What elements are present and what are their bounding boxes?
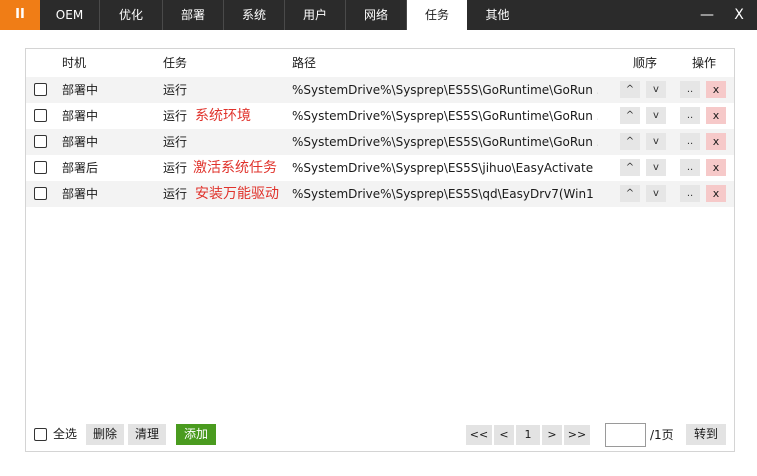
goto-page-button[interactable]: 转到	[686, 424, 726, 445]
row-path: %SystemDrive%\Sysprep\ES5S\GoRuntime\GoR…	[292, 109, 598, 123]
row-note: 激活系统任务	[193, 160, 277, 176]
page-number-input[interactable]	[605, 423, 646, 447]
row-path: %SystemDrive%\Sysprep\ES5S\jihuo\EasyAct…	[292, 161, 598, 175]
row-path: %SystemDrive%\Sysprep\ES5S\GoRuntime\GoR…	[292, 83, 598, 97]
table-row: 部署中 运行 系统环境 %SystemDrive%\Sysprep\ES5S\G…	[26, 103, 734, 129]
move-down-button[interactable]: v	[646, 81, 666, 98]
minimize-icon[interactable]: —	[691, 0, 723, 30]
row-task: 运行	[163, 135, 188, 149]
row-timing: 部署中	[62, 187, 99, 201]
row-note: 安装万能驱动	[195, 186, 279, 202]
move-up-button[interactable]: ^	[620, 185, 640, 202]
tab-tasks[interactable]: 任务	[407, 0, 467, 30]
row-timing: 部署中	[62, 135, 99, 149]
delete-row-button[interactable]: x	[706, 107, 726, 124]
tab-network[interactable]: 网络	[346, 0, 407, 30]
header-ops: 操作	[692, 56, 717, 70]
row-checkbox[interactable]	[34, 83, 47, 96]
page-total-label: /1页	[650, 428, 674, 442]
edit-button[interactable]: ..	[680, 107, 700, 124]
tab-other[interactable]: 其他	[467, 0, 528, 30]
edit-button[interactable]: ..	[680, 159, 700, 176]
move-up-button[interactable]: ^	[620, 133, 640, 150]
row-note: 系统环境	[195, 108, 251, 124]
move-down-button[interactable]: v	[646, 133, 666, 150]
header-task: 任务	[163, 56, 188, 70]
move-up-button[interactable]: ^	[620, 107, 640, 124]
row-checkbox[interactable]	[34, 187, 47, 200]
edit-button[interactable]: ..	[680, 133, 700, 150]
menu-logo-button[interactable]: II	[0, 0, 40, 30]
row-checkbox[interactable]	[34, 109, 47, 122]
current-page-button[interactable]: 1	[516, 425, 540, 445]
delete-row-button[interactable]: x	[706, 133, 726, 150]
delete-row-button[interactable]: x	[706, 159, 726, 176]
edit-button[interactable]: ..	[680, 81, 700, 98]
row-checkbox[interactable]	[34, 135, 47, 148]
row-checkbox[interactable]	[34, 161, 47, 174]
move-up-button[interactable]: ^	[620, 81, 640, 98]
row-task: 运行	[163, 187, 188, 201]
header-timing: 时机	[62, 56, 87, 70]
tab-deploy[interactable]: 部署	[163, 0, 224, 30]
delete-row-button[interactable]: x	[706, 185, 726, 202]
move-down-button[interactable]: v	[646, 185, 666, 202]
edit-button[interactable]: ..	[680, 185, 700, 202]
clear-button[interactable]: 清理	[128, 424, 166, 445]
next-page-button[interactable]: >	[542, 425, 562, 445]
move-up-button[interactable]: ^	[620, 159, 640, 176]
table-row: 部署后 运行 激活系统任务 %SystemDrive%\Sysprep\ES5S…	[26, 155, 734, 181]
row-task: 运行	[163, 109, 188, 123]
table-row: 部署中 运行 安装万能驱动 %SystemDrive%\Sysprep\ES5S…	[26, 181, 734, 207]
prev-page-button[interactable]: <	[494, 425, 514, 445]
delete-row-button[interactable]: x	[706, 81, 726, 98]
select-all-checkbox[interactable]	[34, 428, 47, 441]
row-timing: 部署后	[62, 161, 99, 175]
move-down-button[interactable]: v	[646, 107, 666, 124]
add-button[interactable]: 添加	[176, 424, 216, 445]
table-row: 部署中 运行 %SystemDrive%\Sysprep\ES5S\GoRunt…	[26, 77, 734, 103]
close-icon[interactable]: X	[723, 0, 755, 30]
row-task: 运行	[163, 161, 188, 175]
tab-user[interactable]: 用户	[285, 0, 346, 30]
tab-system[interactable]: 系统	[224, 0, 285, 30]
tab-optimize[interactable]: 优化	[100, 0, 163, 30]
row-task: 运行	[163, 83, 188, 97]
row-path: %SystemDrive%\Sysprep\ES5S\GoRuntime\GoR…	[292, 135, 598, 149]
header-path: 路径	[292, 56, 317, 70]
task-panel: 时机 任务 路径 顺序 操作 部署中 运行 %SystemDrive%\Sysp…	[25, 48, 735, 452]
row-timing: 部署中	[62, 109, 99, 123]
header-order: 顺序	[633, 56, 658, 70]
delete-button[interactable]: 删除	[86, 424, 124, 445]
row-path: %SystemDrive%\Sysprep\ES5S\qd\EasyDrv7(W…	[292, 187, 598, 201]
table-row: 部署中 运行 %SystemDrive%\Sysprep\ES5S\GoRunt…	[26, 129, 734, 155]
first-page-button[interactable]: <<	[466, 425, 492, 445]
move-down-button[interactable]: v	[646, 159, 666, 176]
tab-oem[interactable]: OEM	[40, 0, 100, 30]
last-page-button[interactable]: >>	[564, 425, 590, 445]
table-header: 时机 任务 路径 顺序 操作	[26, 49, 734, 77]
row-timing: 部署中	[62, 83, 99, 97]
top-tab-bar: II OEM 优化 部署 系统 用户 网络 任务 其他 — X	[0, 0, 757, 30]
select-all-label: 全选	[53, 427, 78, 441]
